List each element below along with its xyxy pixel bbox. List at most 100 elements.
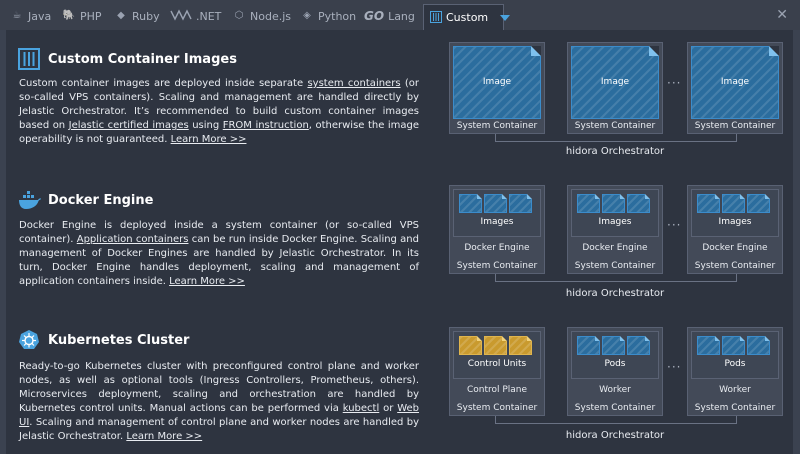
tab-python[interactable]: ◈ Python xyxy=(300,5,356,27)
tab-custom[interactable]: Custom xyxy=(423,4,511,30)
system-container-box: Image System Container xyxy=(567,42,663,134)
tab-label: Lang xyxy=(388,9,415,23)
tab-dotnet[interactable]: .NET xyxy=(170,5,221,27)
kubectl-link[interactable]: kubectl xyxy=(343,403,380,414)
system-container-box: Pods Worker System Container xyxy=(687,327,783,416)
kubernetes-diagram: Control Units Control Plane System Conta… xyxy=(446,327,784,449)
application-containers-link[interactable]: Application containers xyxy=(77,234,189,245)
ellipsis: ··· xyxy=(667,76,682,90)
php-icon: 🐘 xyxy=(62,10,76,21)
worker-box: Pods xyxy=(691,331,779,379)
system-container-box: Images Docker Engine System Container xyxy=(687,185,783,274)
system-container-label: System Container xyxy=(694,261,776,271)
image-label: Image xyxy=(720,77,750,87)
orchestrator-label: hidora Orchestrator xyxy=(565,146,665,157)
system-container-label: System Container xyxy=(456,121,538,131)
orchestrator-label: hidora Orchestrator xyxy=(565,430,665,441)
system-containers-link[interactable]: system containers xyxy=(307,78,400,89)
control-plane-box: Control Units xyxy=(453,331,541,379)
images-label: Images xyxy=(718,217,752,227)
orchestrator-bracket xyxy=(495,416,737,424)
tab-java[interactable]: ☕ Java xyxy=(10,5,52,27)
learn-more-link[interactable]: Learn More >> xyxy=(171,134,247,145)
control-unit-cube-icon xyxy=(484,336,507,355)
custom-icon xyxy=(430,10,442,25)
pod-cube-icon xyxy=(577,336,600,355)
system-container-label: System Container xyxy=(574,403,656,413)
custom-images-title: Custom Container Images xyxy=(48,51,237,67)
container-cube-icon xyxy=(577,194,600,213)
system-container-label: System Container xyxy=(456,403,538,413)
image-tile: Image xyxy=(453,46,541,119)
tab-label: Node.js xyxy=(250,9,291,23)
docker-engine-box: Images xyxy=(571,189,659,237)
container-cube-icon xyxy=(747,194,770,213)
java-icon: ☕ xyxy=(12,10,22,21)
system-container-label: System Container xyxy=(574,261,656,271)
container-cube-icon xyxy=(459,194,482,213)
custom-images-diagram: Image System Container Image System Cont… xyxy=(446,42,784,164)
control-unit-cube-icon xyxy=(459,336,482,355)
stack-tabs: ☕ Java 🐘 PHP ◆ Ruby .NET ⬡ Node.js ◈ Pyt… xyxy=(0,0,800,30)
control-units-label: Control Units xyxy=(467,359,527,369)
desc-text: or xyxy=(379,403,398,414)
container-grid-icon xyxy=(18,48,40,70)
container-cube-icon xyxy=(722,194,745,213)
docker-engine-label: Docker Engine xyxy=(702,243,768,253)
orchestrator-label: hidora Orchestrator xyxy=(565,288,665,299)
dotnet-icon xyxy=(170,9,192,23)
pod-cube-icon xyxy=(602,336,625,355)
control-unit-cube-icon xyxy=(509,336,532,355)
images-label: Images xyxy=(480,217,514,227)
tab-go[interactable]: GO Lang xyxy=(364,5,415,27)
container-cube-icon xyxy=(627,194,650,213)
tab-label: Custom xyxy=(446,11,489,24)
ellipsis: ··· xyxy=(667,218,682,232)
system-container-box: Images Docker Engine System Container xyxy=(567,185,663,274)
tab-label: Ruby xyxy=(132,9,160,23)
docker-engine-description: Docker Engine is deployed inside a syste… xyxy=(19,219,419,289)
desc-text: Custom container images are deployed ins… xyxy=(19,78,308,89)
image-tile: Image xyxy=(571,46,659,119)
ruby-icon: ◆ xyxy=(117,10,125,21)
pods-label: Pods xyxy=(724,359,746,369)
jelastic-certified-images-link[interactable]: Jelastic certified images xyxy=(69,120,189,131)
kubernetes-description: Ready-to-go Kubernetes cluster with prec… xyxy=(19,360,419,444)
system-container-label: System Container xyxy=(456,261,538,271)
orchestrator-bracket xyxy=(495,274,737,282)
learn-more-link[interactable]: Learn More >> xyxy=(169,276,245,287)
pod-cube-icon xyxy=(722,336,745,355)
kubernetes-title: Kubernetes Cluster xyxy=(48,332,190,348)
tab-label: .NET xyxy=(196,9,222,23)
custom-tab-panel: Custom Container Images Custom container… xyxy=(6,30,793,454)
go-icon: GO xyxy=(364,9,385,23)
nodejs-icon: ⬡ xyxy=(234,10,244,21)
chevron-down-icon[interactable] xyxy=(500,14,511,21)
section-title: Custom Container Images xyxy=(18,48,237,70)
tab-label: Java xyxy=(28,9,52,23)
container-cube-icon xyxy=(697,194,720,213)
from-instruction-link[interactable]: FROM instruction xyxy=(223,120,309,131)
desc-text: using xyxy=(188,120,223,131)
image-tile: Image xyxy=(691,46,779,119)
pod-cube-icon xyxy=(697,336,720,355)
docker-engine-label: Docker Engine xyxy=(582,243,648,253)
kubernetes-helm-icon xyxy=(18,329,40,351)
learn-more-link[interactable]: Learn More >> xyxy=(126,431,202,442)
tab-php[interactable]: 🐘 PHP xyxy=(62,5,102,27)
docker-engine-box: Images xyxy=(453,189,541,237)
tab-label: PHP xyxy=(80,9,102,23)
system-container-label: System Container xyxy=(574,121,656,131)
image-label: Image xyxy=(600,77,630,87)
close-icon[interactable]: ✕ xyxy=(776,7,788,23)
tab-ruby[interactable]: ◆ Ruby xyxy=(114,5,160,27)
worker-label: Worker xyxy=(599,385,631,395)
tab-label: Python xyxy=(318,9,357,23)
pod-cube-icon xyxy=(747,336,770,355)
tab-nodejs[interactable]: ⬡ Node.js xyxy=(232,5,291,27)
desc-text: . Scaling and management of control plan… xyxy=(19,417,419,442)
docker-engine-label: Docker Engine xyxy=(464,243,530,253)
section-title: Docker Engine xyxy=(18,189,153,211)
container-cube-icon xyxy=(509,194,532,213)
worker-label: Worker xyxy=(719,385,751,395)
